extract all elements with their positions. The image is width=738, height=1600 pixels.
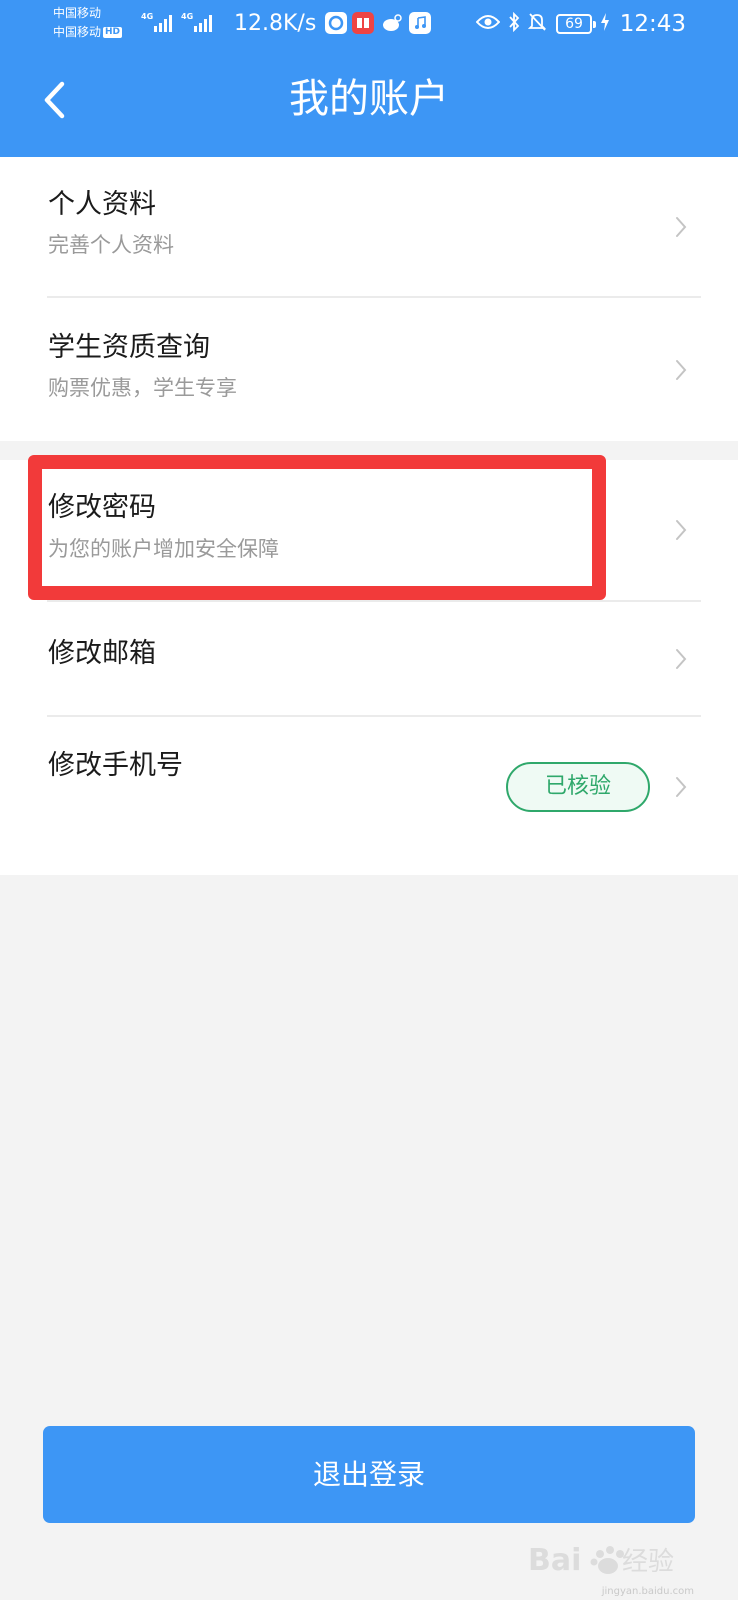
eye-icon — [475, 14, 501, 35]
menu-item-profile[interactable]: 个人资料 完善个人资料 — [0, 157, 738, 297]
hd-badge: HD — [103, 27, 123, 38]
menu-item-title: 个人资料 — [48, 189, 156, 220]
chevron-right-icon — [676, 777, 687, 797]
menu-item-change-phone[interactable]: 修改手机号 已核验 — [0, 717, 738, 875]
menu-item-subtitle: 购票优惠，学生专享 — [48, 376, 237, 400]
verified-badge: 已核验 — [506, 762, 650, 812]
watermark-url: jingyan.baidu.com — [601, 1586, 694, 1597]
page-title: 我的账户 — [289, 76, 449, 122]
battery-icon: 69 — [556, 14, 596, 34]
network-speed: 12.8K/s — [234, 11, 317, 36]
carrier-2-label: 中国移动 — [53, 25, 102, 39]
screen: 中国移动 中国移动 HD 4G 4G 12.8K/s 69 12:43 我的账户… — [0, 0, 738, 1600]
svg-text:经验: 经验 — [622, 1547, 674, 1577]
menu-item-title: 学生资质查询 — [48, 332, 210, 363]
bell-muted-icon — [527, 12, 547, 37]
chevron-right-icon — [676, 360, 687, 380]
bluetooth-icon — [508, 11, 520, 37]
status-time: 12:43 — [619, 11, 686, 37]
settings-group-1: 个人资料 完善个人资料 学生资质查询 购票优惠，学生专享 — [0, 157, 738, 441]
status-bar: 中国移动 中国移动 HD 4G 4G 12.8K/s 69 12:43 — [0, 0, 738, 48]
status-icons: 69 — [468, 9, 610, 39]
menu-item-subtitle: 完善个人资料 — [48, 233, 174, 257]
menu-item-title: 修改手机号 — [48, 750, 183, 781]
menu-item-title: 修改邮箱 — [48, 638, 156, 669]
menu-item-change-password[interactable]: 修改密码 为您的账户增加安全保障 — [0, 460, 738, 601]
signal-2-icon: 4G — [181, 12, 214, 32]
menu-item-title: 修改密码 — [48, 492, 156, 523]
menu-item-change-email[interactable]: 修改邮箱 — [0, 602, 738, 716]
menu-item-subtitle: 为您的账户增加安全保障 — [48, 537, 279, 561]
signal-1-icon: 4G — [141, 12, 174, 32]
music-app-icon — [409, 12, 431, 34]
carrier-info: 中国移动 中国移动 HD — [53, 4, 143, 42]
chevron-right-icon — [676, 649, 687, 669]
nav-bar: 我的账户 — [0, 48, 738, 157]
logout-button[interactable]: 退出登录 — [43, 1426, 695, 1523]
charging-icon — [600, 13, 610, 35]
menu-item-student-qualification[interactable]: 学生资质查询 购票优惠，学生专享 — [0, 298, 738, 441]
chevron-right-icon — [676, 217, 687, 237]
browser-app-icon — [325, 12, 347, 34]
weibo-app-icon — [381, 12, 403, 34]
settings-group-2: 修改密码 为您的账户增加安全保障 修改邮箱 修改手机号 已核验 — [0, 460, 738, 875]
svg-text:Bai: Bai — [528, 1543, 581, 1578]
chevron-right-icon — [676, 520, 687, 540]
app-header: 中国移动 中国移动 HD 4G 4G 12.8K/s 69 12:43 我的账户 — [0, 0, 738, 157]
baidu-jingyan-watermark: Bai 经验 — [528, 1543, 674, 1578]
book-app-icon — [352, 12, 374, 34]
carrier-1-label: 中国移动 — [53, 6, 102, 20]
